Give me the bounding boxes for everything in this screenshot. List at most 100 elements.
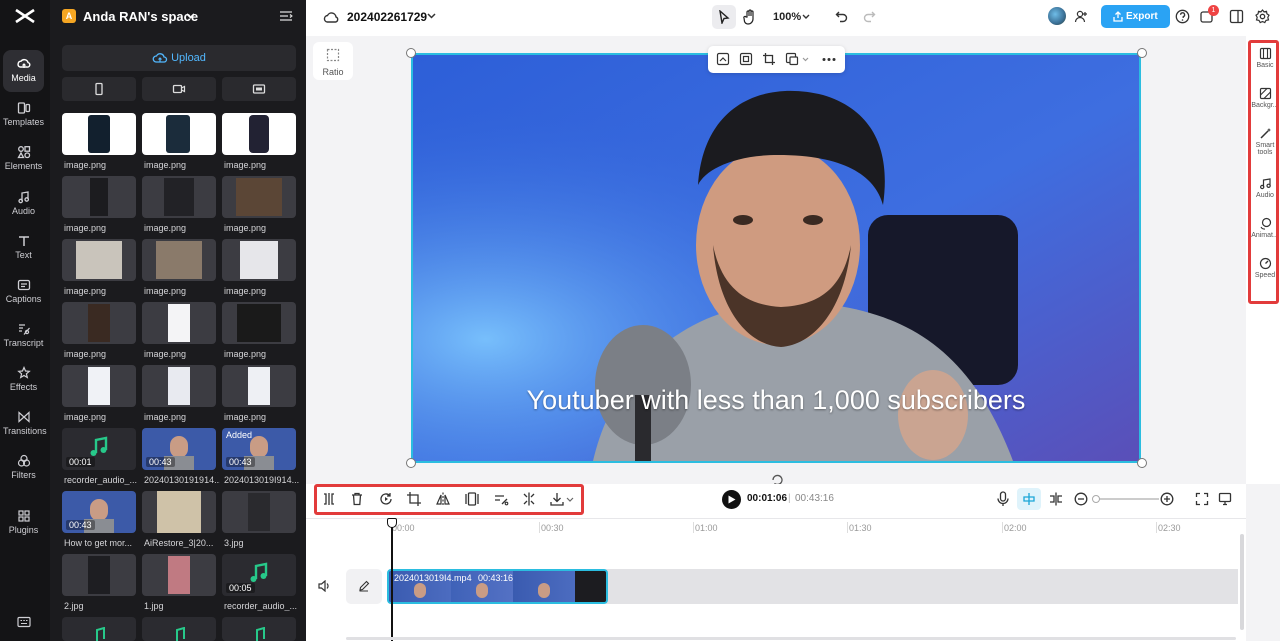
space-name[interactable]: Anda RAN's space <box>83 9 198 24</box>
nav-captions[interactable]: Captions <box>3 271 44 313</box>
media-thumbnail[interactable] <box>142 554 216 596</box>
time-tick: 00:30 <box>541 523 564 533</box>
zoom-slider-thumb[interactable] <box>1092 495 1100 503</box>
nav-text[interactable]: Text <box>3 227 44 269</box>
chevron-down-icon[interactable] <box>802 57 809 62</box>
ratio-button[interactable]: Ratio <box>313 42 353 80</box>
media-thumbnail[interactable] <box>62 113 136 155</box>
nav-effects[interactable]: Effects <box>3 359 44 401</box>
nav-transitions[interactable]: Transitions <box>3 403 47 445</box>
redo-icon[interactable] <box>863 10 876 23</box>
media-thumbnail[interactable] <box>222 365 296 407</box>
media-thumbnail[interactable] <box>222 302 296 344</box>
user-avatar[interactable] <box>1048 7 1066 25</box>
export-button[interactable]: Export <box>1101 5 1170 28</box>
chevron-down-icon[interactable] <box>186 13 195 19</box>
settings-gear-icon[interactable] <box>1255 9 1270 24</box>
nav-media[interactable]: Media <box>3 50 44 92</box>
volume-icon[interactable] <box>318 580 331 592</box>
media-thumbnail-audio[interactable]: 00:05 <box>222 554 296 596</box>
video-preview[interactable]: Youtuber with less than 1,000 subscriber… <box>411 53 1141 463</box>
playhead-handle[interactable] <box>387 518 397 528</box>
playhead[interactable] <box>391 518 393 641</box>
media-thumbnail[interactable] <box>222 176 296 218</box>
project-name[interactable]: 202402261729 <box>347 10 427 24</box>
cloud-saved-icon <box>323 12 339 23</box>
crop-icon[interactable] <box>762 52 776 66</box>
media-thumbnail-video[interactable]: 00:43 <box>142 428 216 470</box>
nav-audio[interactable]: Audio <box>3 183 44 225</box>
nav-label: Transcript <box>3 338 44 348</box>
nav-elements[interactable]: Elements <box>3 138 44 180</box>
media-thumbnail[interactable] <box>142 113 216 155</box>
media-thumbnail[interactable] <box>222 239 296 281</box>
chevron-down-icon[interactable] <box>802 14 810 19</box>
chevron-down-icon[interactable] <box>427 13 436 19</box>
music-note-icon <box>250 562 268 582</box>
fit-frame-icon[interactable] <box>739 52 753 66</box>
horizontal-scrollbar[interactable] <box>346 637 1236 640</box>
filter-mobile-button[interactable] <box>62 77 136 101</box>
media-thumbnail[interactable] <box>222 113 296 155</box>
media-thumbnail[interactable] <box>142 176 216 218</box>
media-thumbnail[interactable] <box>62 239 136 281</box>
nav-filters[interactable]: Filters <box>3 447 44 489</box>
zoom-level[interactable]: 100% <box>773 11 801 23</box>
collapse-panel-icon[interactable] <box>279 10 293 22</box>
nav-transcript[interactable]: Transcript <box>3 315 44 357</box>
video-clip[interactable]: 2024013019I4.mp4 00:43:16 <box>387 569 608 604</box>
media-thumbnail[interactable] <box>142 491 216 533</box>
media-thumbnail[interactable] <box>222 491 296 533</box>
media-thumbnail[interactable] <box>142 239 216 281</box>
play-button[interactable] <box>722 490 741 509</box>
undo-icon[interactable] <box>835 10 848 23</box>
upload-label: Upload <box>171 52 206 64</box>
media-thumbnail[interactable] <box>62 365 136 407</box>
media-thumbnail-audio[interactable] <box>222 617 296 641</box>
media-thumbnail-audio[interactable]: 00:01 <box>62 428 136 470</box>
filter-image-button[interactable] <box>222 77 296 101</box>
add-collaborator-icon[interactable] <box>1074 9 1089 24</box>
edit-track-button[interactable] <box>346 569 382 604</box>
resize-handle-bottom-left[interactable] <box>406 458 416 468</box>
resize-handle-bottom-right[interactable] <box>1137 458 1147 468</box>
media-thumbnail[interactable] <box>62 554 136 596</box>
time-tick: 02:30 <box>1158 523 1181 533</box>
media-thumbnail-video[interactable]: 00:43 <box>62 491 136 533</box>
hand-tool-icon[interactable] <box>743 9 757 25</box>
preview-screen-icon[interactable] <box>1218 492 1232 506</box>
magnet-snap-button[interactable] <box>1017 488 1041 510</box>
media-thumbnail[interactable] <box>142 365 216 407</box>
upload-button[interactable]: Upload <box>62 45 296 71</box>
resize-handle-top-right[interactable] <box>1137 48 1147 58</box>
resize-handle-top-left[interactable] <box>406 48 416 58</box>
time-tick: 01:30 <box>849 523 872 533</box>
media-thumbnail[interactable] <box>142 302 216 344</box>
more-options-icon[interactable] <box>822 57 836 62</box>
zoom-in-icon[interactable] <box>1160 492 1174 506</box>
keyboard-icon[interactable] <box>17 616 31 628</box>
media-thumbnail-audio[interactable] <box>142 617 216 641</box>
fullscreen-icon[interactable] <box>1195 492 1209 506</box>
mask-icon[interactable] <box>785 52 799 66</box>
filter-video-button[interactable] <box>142 77 216 101</box>
split-view-icon[interactable] <box>1048 491 1064 507</box>
media-label: image.png <box>224 160 267 170</box>
help-icon[interactable] <box>1175 9 1190 24</box>
nav-templates[interactable]: Templates <box>3 94 44 136</box>
cursor-icon <box>719 10 730 24</box>
replace-icon[interactable] <box>716 52 730 66</box>
zoom-out-icon[interactable] <box>1074 492 1088 506</box>
media-thumbnail-audio[interactable] <box>62 617 136 641</box>
layout-panels-icon[interactable] <box>1229 9 1244 24</box>
media-thumbnail[interactable] <box>62 302 136 344</box>
caption-text[interactable]: Youtuber with less than 1,000 subscriber… <box>413 385 1139 416</box>
select-tool-button[interactable] <box>712 5 736 29</box>
media-thumbnail[interactable] <box>62 176 136 218</box>
zoom-slider-track[interactable] <box>1094 498 1159 500</box>
media-thumbnail-video[interactable]: Added 00:43 <box>222 428 296 470</box>
vertical-scrollbar[interactable] <box>1240 534 1244 630</box>
microphone-icon[interactable] <box>997 491 1009 507</box>
media-label: image.png <box>144 160 187 170</box>
nav-plugins[interactable]: Plugins <box>3 502 44 538</box>
